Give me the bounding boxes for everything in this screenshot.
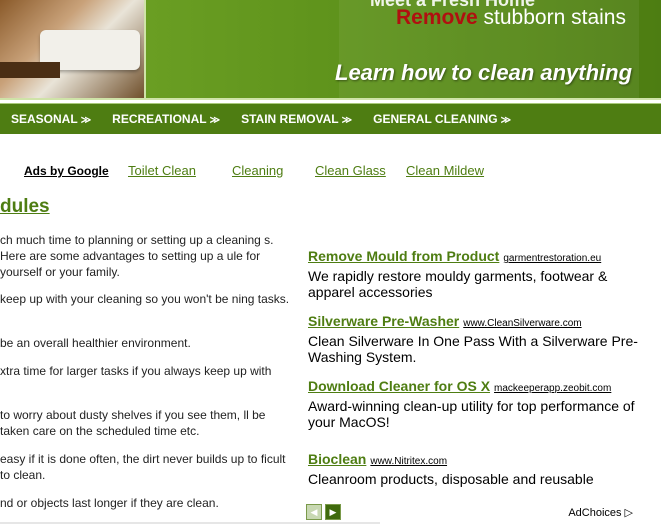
ad-description: Cleanroom products, disposable and reusa… xyxy=(308,471,594,487)
ad-block: Download Cleaner for OS X mackeeperapp.ze… xyxy=(308,378,638,430)
banner-photo xyxy=(0,0,146,100)
nav-item-recreational[interactable]: RECREATIONAL ≫ xyxy=(112,112,220,126)
ads-link-row: Ads by Google Toilet Clean Cleaning Clea… xyxy=(0,163,661,183)
article-paragraph: to worry about dusty shelves if you see … xyxy=(0,408,266,438)
ad-link-clean-glass[interactable]: Clean Glass xyxy=(315,163,386,178)
header-banner: Meet a Fresh Home Remove stubborn stains… xyxy=(0,0,661,100)
adchoices-icon: ▷ xyxy=(624,507,633,519)
article-paragraph: xtra time for larger tasks if you always… xyxy=(0,364,272,378)
article-paragraph: keep up with your cleaning so you won't … xyxy=(0,292,290,306)
main-nav: SEASONAL ≫ RECREATIONAL ≫ STAIN REMOVAL ≫ G… xyxy=(0,103,661,134)
ad-title[interactable]: Silverware Pre-Washer xyxy=(308,313,459,329)
nav-item-general-cleaning[interactable]: GENERAL CLEANING ≫ xyxy=(373,112,511,126)
next-ad-button[interactable]: ▶ xyxy=(325,504,341,520)
chevron-down-icon: ≫ xyxy=(209,115,221,126)
ad-description: Clean Silverware In One Pass With a Silv… xyxy=(308,333,638,365)
ad-url[interactable]: www.Nitritex.com xyxy=(370,456,447,467)
ad-link-cleaning[interactable]: Cleaning xyxy=(232,163,283,178)
ad-title[interactable]: Download Cleaner for OS X xyxy=(308,378,490,394)
article-paragraph: be an overall healthier environment. xyxy=(0,336,191,350)
ad-url[interactable]: www.CleanSilverware.com xyxy=(463,318,581,329)
article-paragraph: easy if it is done often, the dirt never… xyxy=(0,452,286,482)
banner-tagline: Learn how to clean anything xyxy=(335,60,633,85)
ads-by-google-link[interactable]: Ads by Google xyxy=(24,164,109,178)
banner-separator xyxy=(0,98,661,100)
remove-word: Remove xyxy=(396,6,478,29)
table-image xyxy=(0,62,60,78)
ad-url[interactable]: mackeeperapp.zeobit.com xyxy=(494,383,611,394)
chevron-down-icon: ≫ xyxy=(500,115,512,126)
ad-block: Remove Mould from Product garmentrestorat… xyxy=(308,248,638,300)
nav-item-seasonal[interactable]: SEASONAL ≫ xyxy=(11,112,91,126)
ad-link-toilet-clean[interactable]: Toilet Clean xyxy=(128,163,196,178)
remove-rest: stubborn stains xyxy=(483,6,626,29)
chevron-right-icon: ▶ xyxy=(329,506,337,517)
article-paragraph: ch much time to planning or setting up a… xyxy=(0,233,274,279)
ad-block: Silverware Pre-Washer www.CleanSilverware… xyxy=(308,313,638,365)
nav-item-stain-removal[interactable]: STAIN REMOVAL ≫ xyxy=(241,112,352,126)
chevron-down-icon: ≫ xyxy=(80,115,92,126)
adchoices-link[interactable]: AdChoices ▷ xyxy=(568,506,633,519)
ad-url[interactable]: garmentrestoration.eu xyxy=(503,253,601,264)
ad-link-clean-mildew[interactable]: Clean Mildew xyxy=(406,163,484,178)
ad-description: We rapidly restore mouldy garments, foot… xyxy=(308,268,608,300)
bottom-divider xyxy=(0,522,380,524)
chevron-left-icon: ◀ xyxy=(310,506,318,517)
chevron-down-icon: ≫ xyxy=(341,115,353,126)
banner-remove-line: Remove stubborn stains xyxy=(396,6,626,30)
ad-title[interactable]: Bioclean xyxy=(308,451,366,467)
ad-block: Bioclean www.Nitritex.com Cleanroom produ… xyxy=(308,451,638,487)
ad-title[interactable]: Remove Mould from Product xyxy=(308,248,499,264)
article-heading: dules xyxy=(0,196,50,217)
prev-ad-button[interactable]: ◀ xyxy=(306,504,322,520)
article-paragraph: nd or objects last longer if they are cl… xyxy=(0,496,219,510)
ad-description: Award-winning clean-up utility for top p… xyxy=(308,398,635,430)
